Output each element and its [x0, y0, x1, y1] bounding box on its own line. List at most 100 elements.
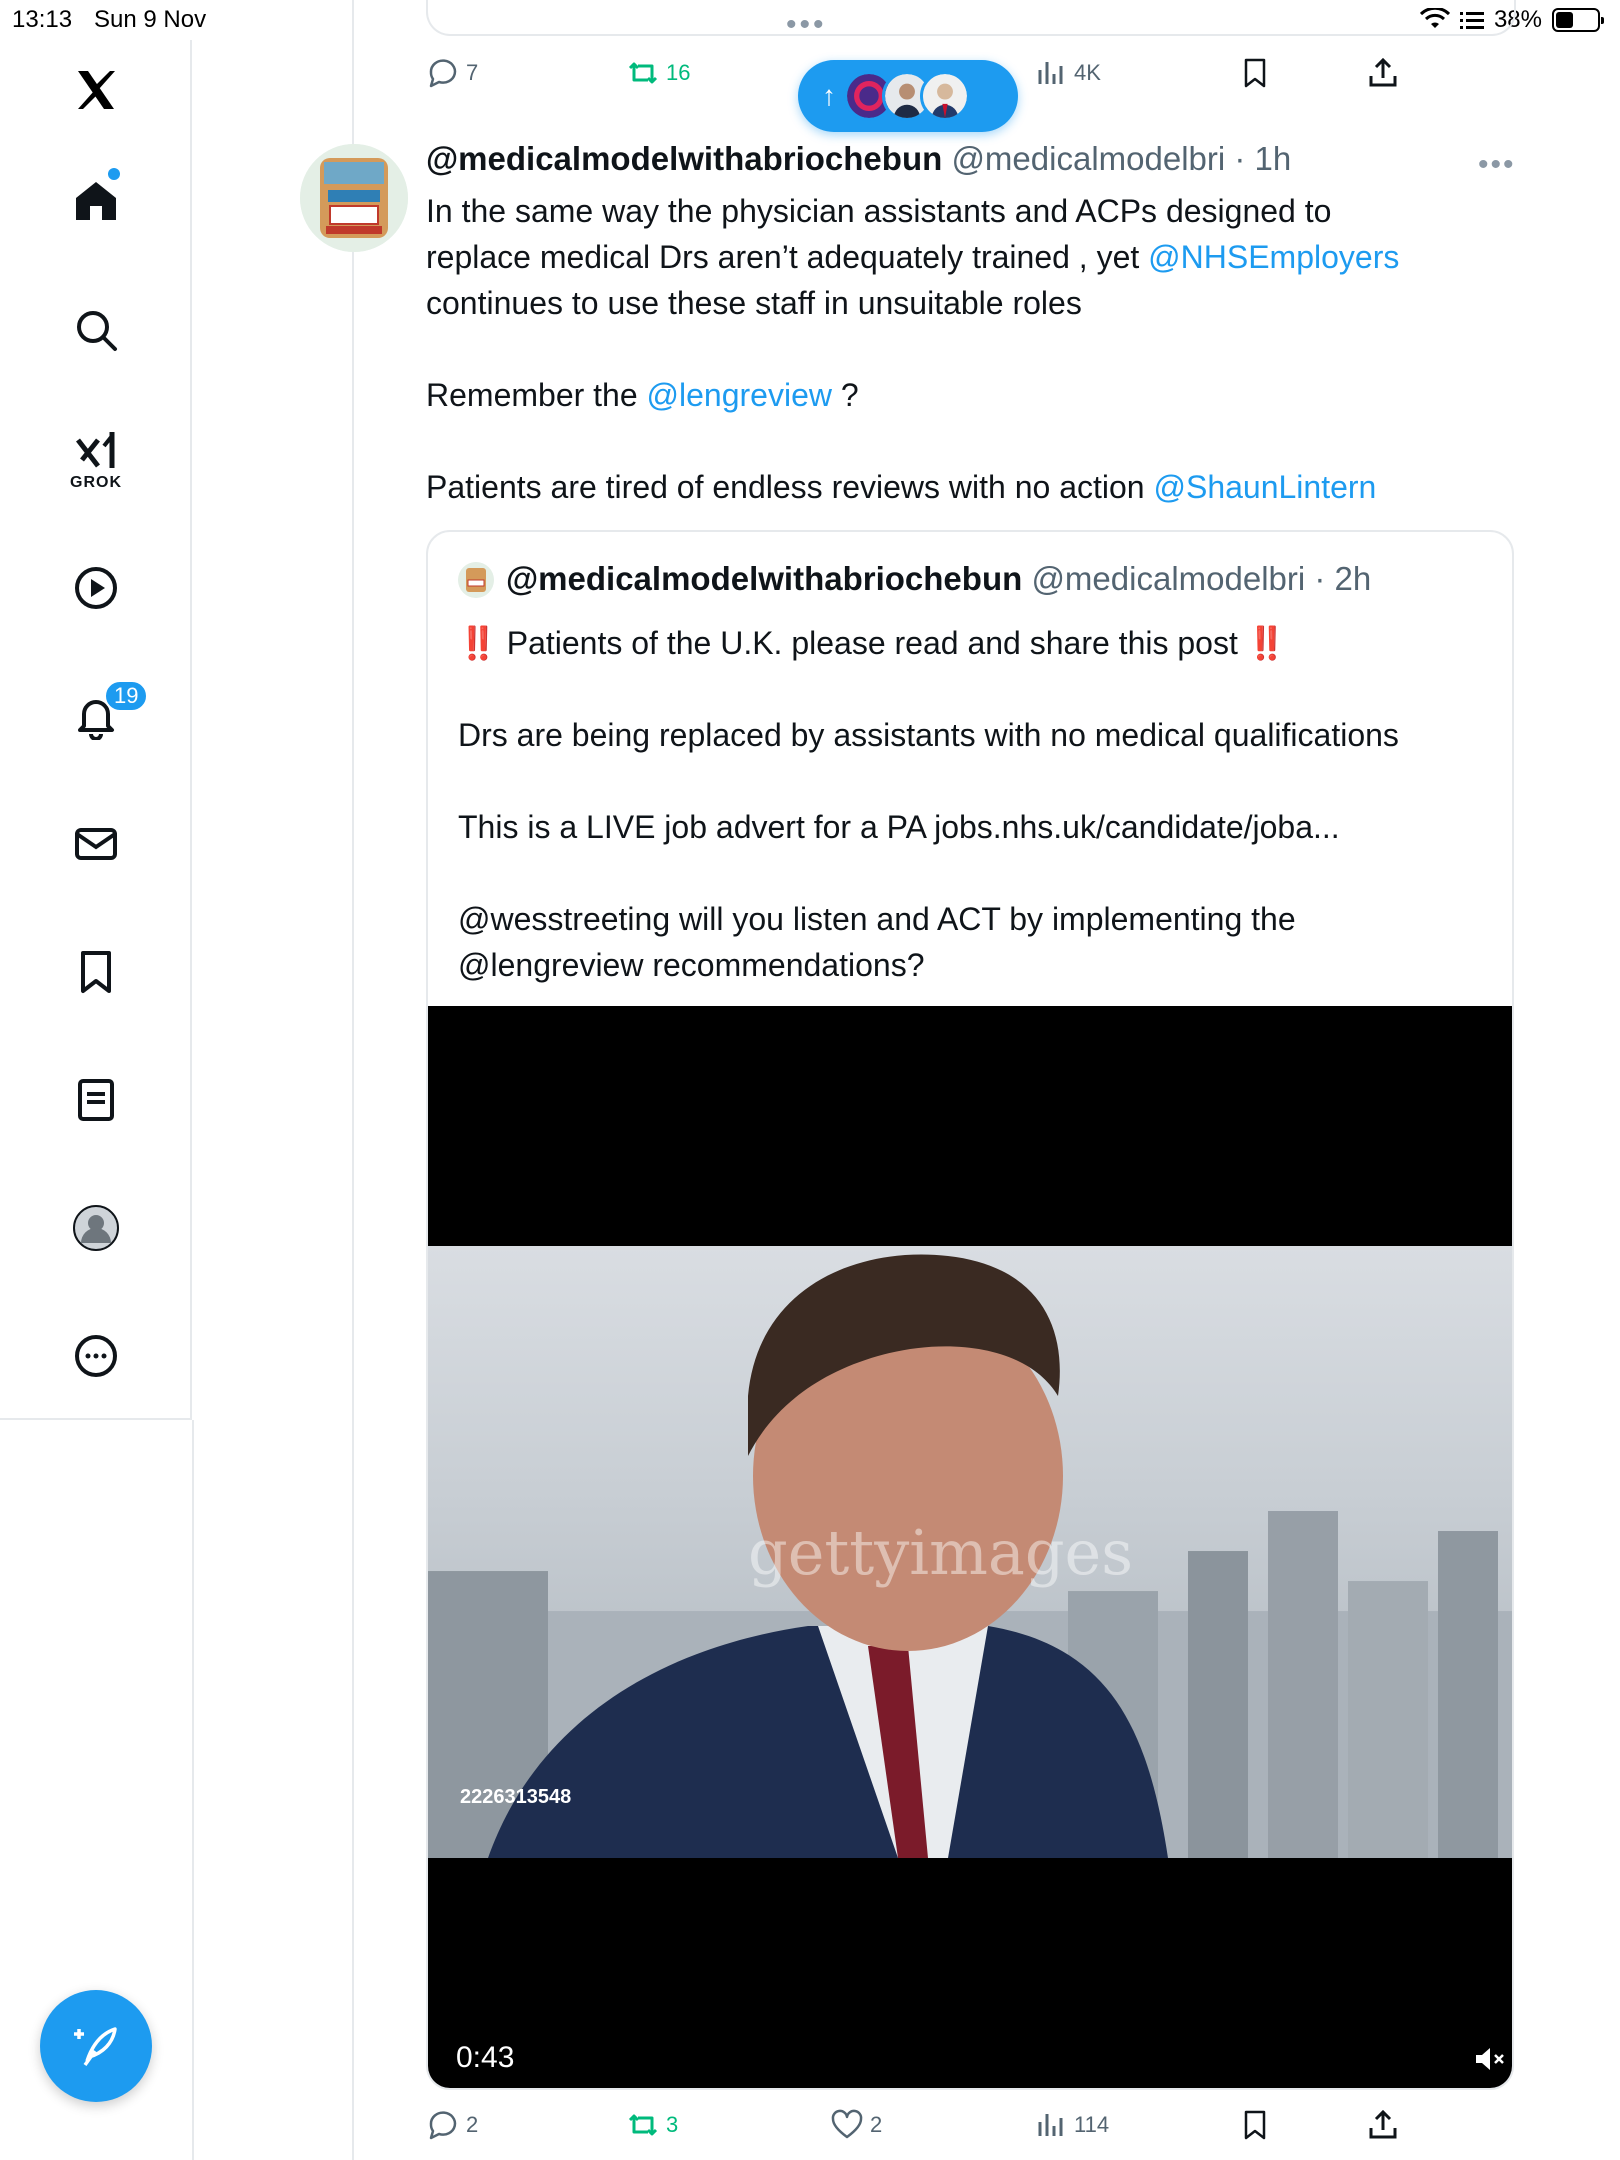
- quote-author-avatar: [458, 562, 494, 598]
- nav-home[interactable]: [52, 156, 140, 244]
- video-duration: 0:43: [456, 2041, 515, 2074]
- nav-notifications[interactable]: 19: [52, 672, 149, 760]
- quote-author-name: @medicalmodelwithabriochebun: [506, 560, 1023, 597]
- quote-line-text: Patients of the U.K. please read and sha…: [497, 625, 1247, 661]
- reply-icon: [429, 59, 457, 88]
- pill-avatar-3: [920, 71, 970, 121]
- mail-icon: [75, 828, 117, 860]
- retweet-icon: [628, 2114, 658, 2136]
- grok-label: GROK: [70, 474, 122, 491]
- nav-lists[interactable]: [52, 1056, 140, 1144]
- nav-rail-divider: [192, 1420, 194, 2160]
- notification-badge: 19: [104, 680, 149, 712]
- nav-bookmarks[interactable]: [52, 928, 140, 1016]
- tweet-line-text: replace medical Drs aren’t adequately tr…: [426, 239, 1149, 275]
- heart-icon: [831, 2109, 863, 2139]
- play-circle-icon: [75, 567, 117, 609]
- new-posts-pill[interactable]: ↑: [798, 60, 1018, 132]
- share-button[interactable]: [1366, 56, 1400, 90]
- video-watermark: gettyimages: [748, 1516, 1134, 1589]
- video-image-id: 2226313548: [460, 1786, 572, 1808]
- quote-line: @lengreview recommendations?: [458, 947, 925, 983]
- quote-line: @wesstreeting will you listen and ACT by…: [458, 901, 1296, 937]
- mention-link[interactable]: @lengreview: [647, 377, 832, 413]
- views-button[interactable]: 114: [1034, 2108, 1109, 2142]
- nav-rail: GROK 19: [0, 40, 192, 1420]
- more-circle-icon: [75, 1335, 117, 1377]
- quoted-tweet-card[interactable]: @medicalmodelwithabriochebun @medicalmod…: [426, 530, 1514, 2090]
- mention-link[interactable]: @NHSEmployers: [1148, 239, 1399, 275]
- author-avatar[interactable]: [300, 144, 408, 252]
- tweet-line: Patients are tired of endless reviews wi…: [426, 464, 1526, 510]
- retweet-icon: [628, 62, 658, 84]
- tweet-text: In the same way the physician assistants…: [426, 188, 1526, 510]
- quote-line: ‼️ Patients of the U.K. please read and …: [458, 620, 1488, 666]
- views-count: 114: [1074, 2112, 1110, 2137]
- nav-search[interactable]: [52, 286, 140, 374]
- like-button[interactable]: 2: [830, 2108, 882, 2142]
- quote-author-handle: @medicalmodelbri: [1031, 560, 1306, 597]
- video-frame: gettyimages 2226313548: [428, 1246, 1512, 1858]
- status-date: Sun 9 Nov: [94, 6, 207, 33]
- tweet-header: @medicalmodelwithabriochebun @medicalmod…: [426, 140, 1291, 178]
- bookmark-icon: [1244, 58, 1266, 88]
- retweet-button[interactable]: 16: [626, 56, 690, 90]
- double-exclamation-icon: ‼️: [1246, 625, 1287, 661]
- mute-icon[interactable]: [1472, 2042, 1506, 2076]
- views-chart-icon: [1038, 2114, 1063, 2136]
- tweet-more-icon[interactable]: •••: [1478, 148, 1516, 182]
- author-avatar-image: [300, 144, 408, 252]
- quote-header: @medicalmodelwithabriochebun @medicalmod…: [506, 560, 1371, 598]
- video-player[interactable]: gettyimages 2226313548 0:43: [428, 1006, 1512, 2088]
- tweet-line: continues to use these staff in unsuitab…: [426, 285, 1082, 321]
- more-dots-icon: •••: [786, 8, 827, 41]
- share-icon: [1369, 57, 1397, 87]
- retweet-count: 3: [666, 2112, 679, 2137]
- reply-icon: [429, 2111, 457, 2140]
- views-chart-icon: [1038, 62, 1063, 84]
- list-document-icon: [78, 1079, 114, 1121]
- quote-text: ‼️ Patients of the U.K. please read and …: [458, 620, 1488, 988]
- reply-button[interactable]: 7: [426, 56, 478, 90]
- tweet-line: In the same way the physician assistants…: [426, 193, 1332, 229]
- mention-link[interactable]: @ShaunLintern: [1153, 469, 1376, 505]
- home-unread-dot: [108, 168, 120, 180]
- author-name[interactable]: @medicalmodelwithabriochebun: [426, 140, 942, 177]
- share-button[interactable]: [1366, 2108, 1400, 2142]
- grok-icon: [76, 432, 115, 468]
- nav-messages[interactable]: [52, 800, 140, 888]
- retweet-count: 16: [666, 60, 691, 85]
- status-time: 13:13: [12, 6, 73, 33]
- x-logo-icon[interactable]: [52, 46, 140, 134]
- previous-quote-card[interactable]: [426, 0, 1516, 36]
- bookmark-button[interactable]: [1238, 56, 1272, 90]
- share-icon: [1369, 2109, 1397, 2139]
- quote-line: This is a LIVE job advert for a PA jobs.…: [458, 809, 1340, 845]
- quote-time: · 2h: [1314, 560, 1372, 597]
- compose-button[interactable]: [40, 1990, 152, 2102]
- quote-line: Drs are being replaced by assistants wit…: [458, 717, 1399, 753]
- like-count: 2: [870, 2112, 883, 2137]
- tweet-line-text: Patients are tired of endless reviews wi…: [426, 469, 1154, 505]
- reply-button[interactable]: 2: [426, 2108, 478, 2142]
- battery-icon: [1552, 8, 1604, 32]
- bookmark-button[interactable]: [1238, 2108, 1272, 2142]
- author-handle[interactable]: @medicalmodelbri: [951, 140, 1225, 177]
- retweet-button[interactable]: 3: [626, 2108, 678, 2142]
- bookmark-icon: [81, 951, 111, 993]
- tweet-line-text: Remember the: [426, 377, 647, 413]
- nav-more[interactable]: [52, 1312, 140, 1400]
- search-icon: [77, 311, 117, 351]
- nav-video[interactable]: [52, 544, 140, 632]
- tweet-time[interactable]: · 1h: [1234, 140, 1291, 177]
- home-icon: [76, 182, 116, 220]
- nav-profile[interactable]: [52, 1184, 140, 1272]
- reply-count: 7: [466, 60, 479, 85]
- arrow-up-icon: ↑: [822, 80, 836, 111]
- tweet-line: replace medical Drs aren’t adequately tr…: [426, 234, 1526, 280]
- nav-grok[interactable]: GROK: [52, 416, 140, 504]
- views-button[interactable]: 4K: [1034, 56, 1101, 90]
- bookmark-icon: [1244, 2110, 1266, 2140]
- profile-avatar-icon: [73, 1205, 119, 1251]
- tweet-line: Remember the @lengreview ?: [426, 372, 1526, 418]
